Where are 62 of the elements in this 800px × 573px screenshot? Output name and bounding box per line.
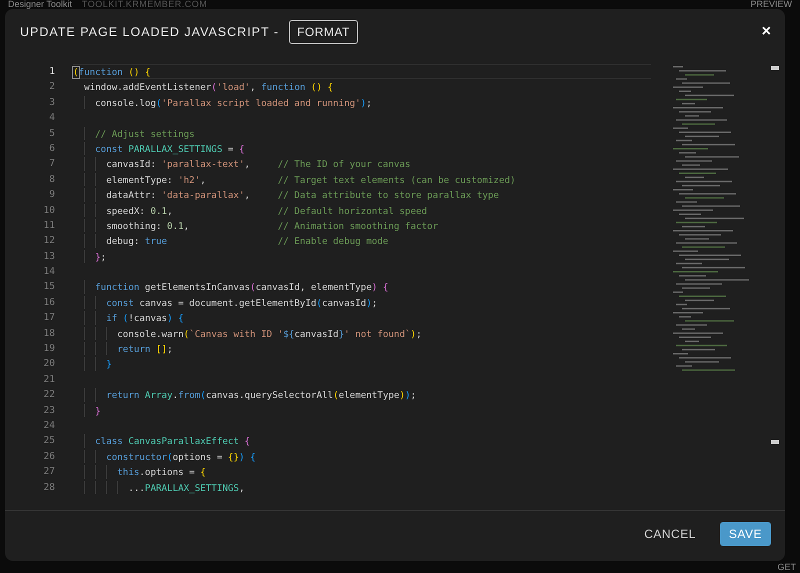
- line-number: 4: [49, 111, 55, 126]
- cancel-button[interactable]: CANCEL: [638, 526, 702, 542]
- line-number: 27: [44, 465, 55, 480]
- dialog-title: UPDATE PAGE LOADED JAVASCRIPT -: [20, 25, 280, 39]
- line-number: 2: [49, 80, 55, 94]
- line-number: 25: [44, 434, 55, 448]
- code-line: const PARALLAX_SETTINGS = {: [95, 142, 245, 156]
- line-number: 15: [44, 280, 55, 294]
- code-line: canvasId: 'parallax-text', // The ID of your canvas: [106, 158, 410, 171]
- line-number: 7: [49, 157, 55, 172]
- line-number: 26: [44, 450, 55, 464]
- code-line: }: [106, 358, 112, 371]
- line-number: 8: [49, 172, 55, 187]
- code-line: (function () {: [73, 66, 150, 78]
- code-line: const canvas = document.getElementById(canvasId);: [106, 296, 378, 310]
- code-line: debug: true // Enable debug mode: [106, 235, 388, 248]
- line-number: 28: [44, 480, 55, 495]
- line-number: 6: [49, 142, 55, 156]
- line-number: 11: [44, 218, 55, 233]
- code-line: this.options = {: [117, 466, 206, 479]
- code-line: smoothing: 0.1, // Animation smoothing factor: [106, 220, 438, 232]
- format-button[interactable]: FORMAT: [289, 20, 358, 44]
- line-number: 23: [44, 404, 55, 418]
- code-line: constructor(options = {}) {: [106, 450, 256, 464]
- line-number: 19: [44, 342, 55, 356]
- line-number: 10: [44, 204, 55, 218]
- code-line: console.log('Parallax script loaded and running');: [95, 96, 372, 110]
- code-line: };: [95, 250, 106, 264]
- app-name: Designer Toolkit: [8, 0, 72, 9]
- line-number: 3: [49, 96, 55, 110]
- domain-text: TOOLKIT.KRMEMBER.COM: [82, 0, 208, 9]
- preview-link[interactable]: PREVIEW: [750, 0, 792, 9]
- code-line: dataAttr: 'data-parallax', // Data attribute to store parallax type: [106, 189, 499, 202]
- code-line: if (!canvas) {: [106, 312, 184, 325]
- code-line: speedX: 0.1, // Default horizontal speed: [106, 204, 428, 217]
- line-number: 17: [44, 311, 55, 326]
- code-line: }: [95, 404, 101, 417]
- line-number: 1: [49, 65, 55, 79]
- line-number: 12: [44, 234, 55, 248]
- code-line: return [];: [117, 343, 173, 356]
- scrollbar-thumb[interactable]: [771, 440, 779, 444]
- line-number: 16: [44, 296, 55, 310]
- code-line: console.warn(`Canvas with ID '${canvasId}' not found`);: [117, 328, 422, 340]
- line-number: 14: [44, 265, 55, 280]
- code-line: class CanvasParallaxEffect {: [95, 435, 250, 448]
- line-number: 22: [44, 388, 55, 402]
- scrollbar-thumb[interactable]: [771, 66, 779, 70]
- code-line: function getElementsInCanvas(canvasId, elementType) {: [95, 281, 388, 294]
- get-text: GET: [777, 561, 796, 573]
- close-button[interactable]: ×: [758, 23, 775, 41]
- line-number: 24: [44, 418, 55, 433]
- code-line: elementType: 'h2', // Target text elements (can be customized): [106, 174, 516, 186]
- code-line: ...PARALLAX_SETTINGS,: [128, 482, 245, 494]
- code-line: // Adjust settings: [95, 128, 195, 140]
- line-number: 5: [49, 126, 55, 141]
- line-number: 9: [49, 188, 55, 202]
- line-number: 13: [44, 250, 55, 264]
- line-number: 21: [44, 372, 55, 387]
- code-line: return Array.from(canvas.querySelectorAll(elementType));: [106, 389, 416, 402]
- line-number: 18: [44, 326, 55, 341]
- code-line: window.addEventListener('load', function () {: [84, 81, 334, 94]
- line-number: 20: [44, 357, 55, 372]
